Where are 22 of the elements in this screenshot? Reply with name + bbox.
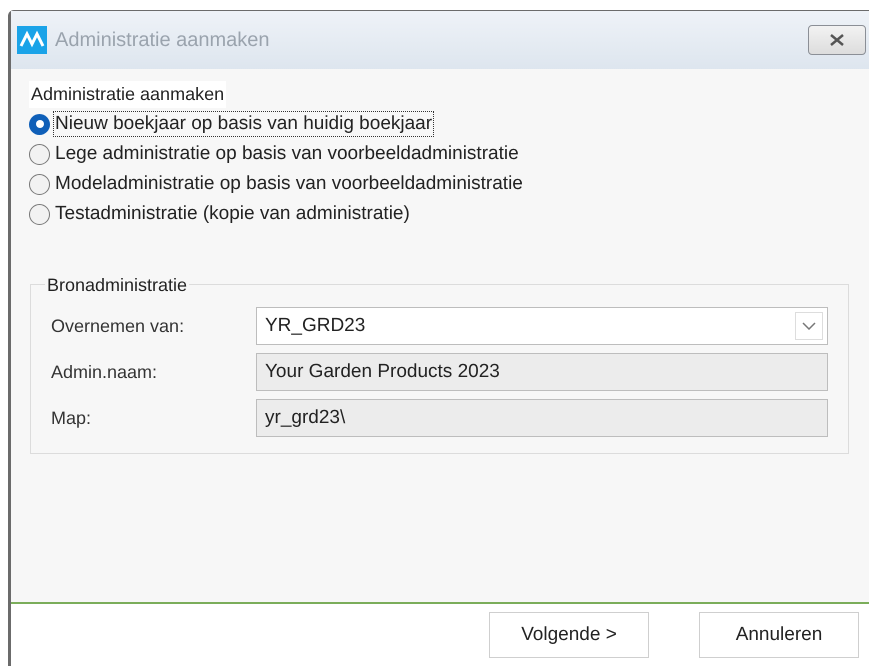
radio-label[interactable]: Nieuw boekjaar op basis van huidig boekjaar xyxy=(54,112,434,136)
window-title: Administratie aanmaken xyxy=(55,28,270,53)
radio-label[interactable]: Modeladministratie op basis van voorbeeldadministratie xyxy=(54,172,524,196)
radio-button[interactable] xyxy=(29,174,50,194)
close-button[interactable] xyxy=(808,25,866,55)
radio-button[interactable] xyxy=(29,114,50,134)
field-label: Map: xyxy=(51,406,92,430)
close-icon xyxy=(828,33,846,47)
field-label: Overnemen van: xyxy=(51,314,186,338)
chevron-down-icon xyxy=(795,312,823,340)
field-label: Admin.naam: xyxy=(51,360,158,384)
readonly-field[interactable]: yr_grd23\ xyxy=(256,399,828,437)
app-logo-icon xyxy=(17,26,47,54)
radio-label[interactable]: Lege administratie op basis van voorbeeldadministratie xyxy=(54,142,520,166)
radio-button[interactable] xyxy=(29,144,50,164)
dialog-button[interactable]: Annuleren xyxy=(699,612,859,658)
dropdown-field[interactable]: YR_GRD23 xyxy=(256,307,828,345)
group-label: Administratie aanmaken xyxy=(29,81,226,108)
dialog-button[interactable]: Volgende > xyxy=(489,612,649,658)
radio-button[interactable] xyxy=(29,204,50,224)
readonly-field[interactable]: Your Garden Products 2023 xyxy=(256,353,828,391)
radio-label[interactable]: Testadministratie (kopie van administratie) xyxy=(54,202,411,226)
